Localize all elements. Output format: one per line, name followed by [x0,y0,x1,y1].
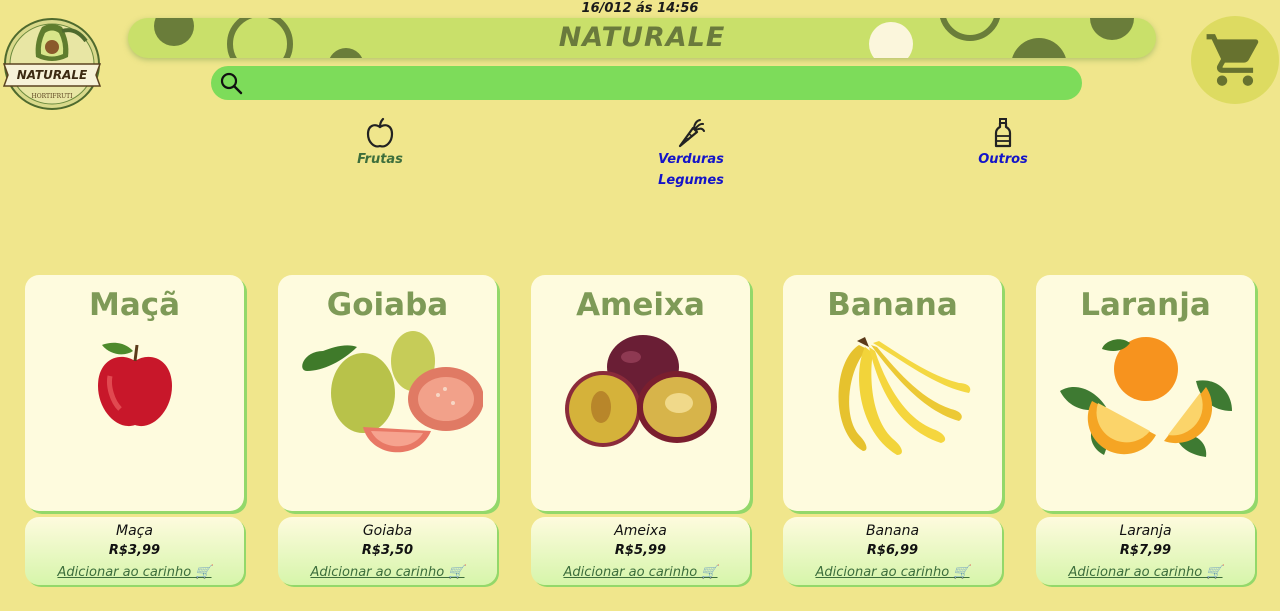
product-name: Ameixa [614,523,667,539]
add-to-cart-link[interactable]: Adicionar ao carinho 🛒 [1068,563,1222,583]
orange-image [1059,337,1232,457]
product-card-banana[interactable]: Banana [783,275,1002,511]
product-card-ameixa[interactable]: Ameixa [531,275,750,511]
search-bar [211,66,1082,100]
product-info-banana: Banana R$6,99 Adicionar ao carinho 🛒 [783,517,1002,585]
search-icon[interactable] [219,71,243,95]
apple-image [97,342,172,427]
product-info-goiaba: Goiaba R$3,50 Adicionar ao carinho 🛒 [278,517,497,585]
search-input[interactable] [243,66,1082,100]
plum-image [564,335,717,447]
add-to-cart-link[interactable]: Adicionar ao carinho 🛒 [563,563,717,583]
product-price: R$6,99 [866,543,919,558]
add-to-cart-link[interactable]: Adicionar ao carinho 🛒 [815,563,969,583]
cart-icon [1206,34,1259,86]
add-to-cart-link[interactable]: Adicionar ao carinho 🛒 [57,563,211,583]
product-title: Banana [827,287,958,323]
category-verduras-legumes[interactable]: Verduras Legumes [650,117,732,191]
brand-banner: NATURALE [128,18,1156,58]
product-price: R$7,99 [1119,543,1172,558]
product-name: Laranja [1119,523,1172,539]
product-price: R$3,99 [108,543,161,558]
product-title: Goiaba [326,287,449,323]
bottle-icon [994,118,1012,148]
product-title: Laranja [1080,287,1211,323]
product-info-ameixa: Ameixa R$5,99 Adicionar ao carinho 🛒 [531,517,750,585]
banana-image [838,337,970,455]
product-title: Ameixa [576,287,705,323]
category-frutas[interactable]: Frutas [345,117,415,170]
datetime-text: 16/012 ás 14:56 [581,1,699,16]
guava-image [301,331,483,453]
product-name: Banana [865,523,920,539]
apple-icon [366,117,394,148]
product-price: R$3,50 [361,543,414,558]
add-to-cart-link[interactable]: Adicionar ao carinho 🛒 [310,563,464,583]
logo-text: NATURALE [17,68,88,82]
product-card-laranja[interactable]: Laranja [1036,275,1255,511]
product-card-goiaba[interactable]: Goiaba [278,275,497,511]
naturale-logo[interactable]: NATURALE HORTIFRUTI [2,17,102,111]
logo-subtext: HORTIFRUTI [31,93,73,100]
category-outros[interactable]: Outros [968,117,1038,170]
category-label-frutas: Frutas [357,152,403,167]
product-card-maca[interactable]: Maçã [25,275,244,511]
product-name: Maça [116,523,153,539]
category-label-verduras: Verduras [658,152,724,167]
product-price: R$5,99 [614,543,667,558]
cart-button[interactable] [1191,16,1279,104]
carrot-icon [678,119,705,148]
product-name: Goiaba [362,523,413,539]
product-info-maca: Maça R$3,99 Adicionar ao carinho 🛒 [25,517,244,585]
product-title: Maçã [88,287,181,323]
category-label-outros: Outros [978,152,1028,167]
product-info-laranja: Laranja R$7,99 Adicionar ao carinho 🛒 [1036,517,1255,585]
brand-title: NATURALE [558,22,726,53]
category-label-legumes: Legumes [658,173,724,188]
